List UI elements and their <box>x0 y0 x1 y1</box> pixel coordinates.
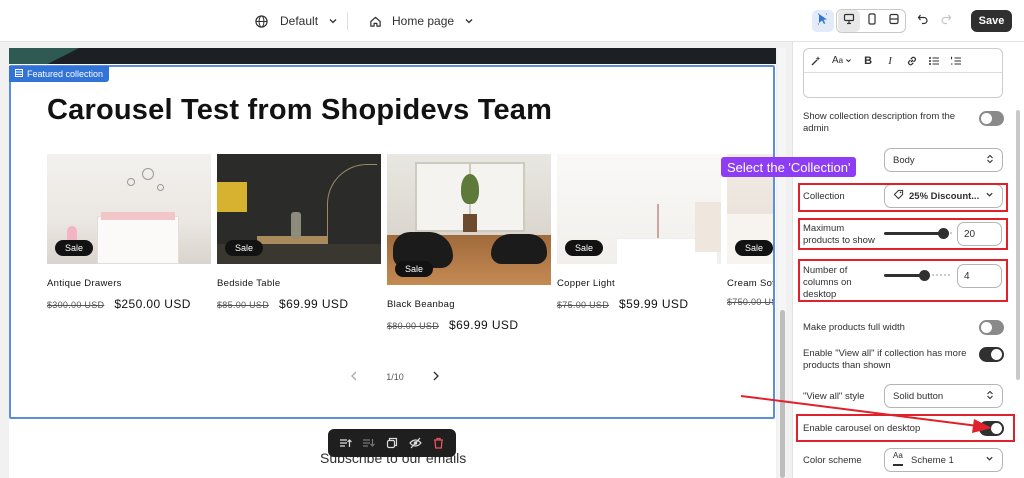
annotation-arrow <box>740 395 992 433</box>
